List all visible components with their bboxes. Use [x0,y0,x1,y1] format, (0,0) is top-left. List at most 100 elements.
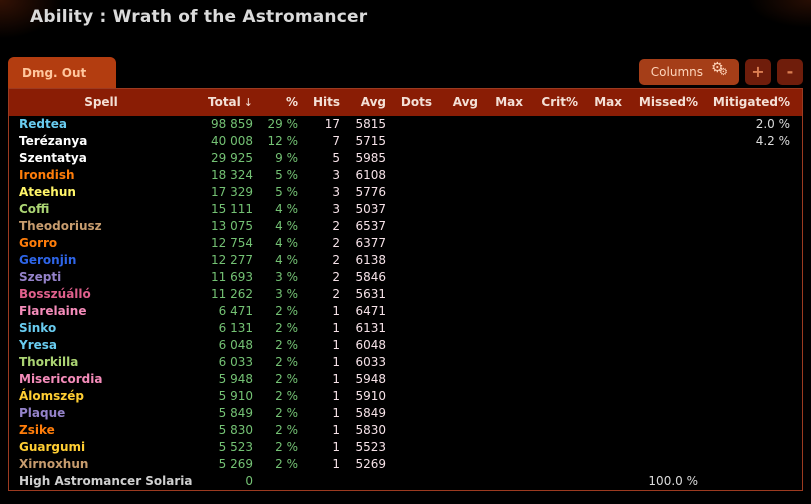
cell-dots [386,439,432,456]
cell-spell: Zsike [9,422,193,439]
player-name-link[interactable]: Xirnoxhun [19,457,88,471]
player-name-link[interactable]: Ateehun [19,185,76,199]
player-name-link[interactable]: Terézanya [19,134,87,148]
cell-max [478,235,523,252]
cell-max [478,422,523,439]
cell-hits: 1 [298,371,340,388]
cell-spell: Xirnoxhun [9,456,193,473]
cell-mitigated-pct [698,184,802,201]
player-name-link[interactable]: Gorro [19,236,57,250]
player-name-link[interactable]: Misericordia [19,372,102,386]
cell-hits: 1 [298,456,340,473]
col-header-mitigated-pct[interactable]: Mitigated% [698,89,802,116]
player-name-link[interactable]: Coffi [19,202,49,216]
col-header-spell[interactable]: Spell [9,89,193,116]
player-name-link[interactable]: Álomszép [19,389,84,403]
player-name-link[interactable]: Bosszúálló [19,287,91,301]
cell-avg: 6033 [340,354,386,371]
col-header-avg[interactable]: Avg [340,89,386,116]
cell-crit-pct [523,303,578,320]
cell-pct: 3 % [253,286,298,303]
cell-crit-max [578,405,622,422]
cell-missed-pct [622,269,698,286]
cell-hits: 3 [298,201,340,218]
player-name-link[interactable]: Irondish [19,168,75,182]
col-header-pct[interactable]: % [253,89,298,116]
tab-dmg-out-label: Dmg. Out [22,66,86,80]
cell-missed-pct [622,354,698,371]
cell-spell: Flarelaine [9,303,193,320]
col-header-total[interactable]: Total↓ [193,89,253,116]
collapse-minus-button[interactable]: - [777,59,803,85]
cell-avg: 6138 [340,252,386,269]
cell-spell: High Astromancer Solarian [9,473,193,490]
cell-max [478,439,523,456]
cell-dots [386,235,432,252]
cell-missed-pct [622,116,698,133]
cell-total: 6 033 [193,354,253,371]
table-row: Sinko 6 131 2 % 1 6131 [9,320,802,337]
cell-avg: 5830 [340,422,386,439]
cell-crit-pct [523,116,578,133]
cell-dot-avg [432,371,478,388]
cell-max [478,371,523,388]
cell-total: 5 523 [193,439,253,456]
table-row: Terézanya 40 008 12 % 7 5715 4.2 % [9,133,802,150]
player-name-link[interactable]: Plaque [19,406,65,420]
player-name-link[interactable]: Flarelaine [19,304,86,318]
player-name-link[interactable]: Theodoriusz [19,219,102,233]
col-header-missed-pct[interactable]: Missed% [622,89,698,116]
expand-plus-button[interactable]: + [745,59,771,85]
cell-hits: 1 [298,422,340,439]
player-name-link[interactable]: Redtea [19,117,67,131]
cell-pct: 2 % [253,405,298,422]
cell-avg: 5269 [340,456,386,473]
cell-crit-pct [523,439,578,456]
cell-crit-pct [523,456,578,473]
col-header-max[interactable]: Max [478,89,523,116]
cell-missed-pct [622,405,698,422]
cell-dots [386,286,432,303]
col-header-hits[interactable]: Hits [298,89,340,116]
col-header-crit-pct[interactable]: Crit% [523,89,578,116]
col-header-dot-avg[interactable]: Avg [432,89,478,116]
player-name-link[interactable]: Yresa [19,338,57,352]
player-name-link[interactable]: High Astromancer Solarian [19,474,193,488]
cell-avg: 5776 [340,184,386,201]
cell-dot-avg [432,218,478,235]
cell-max [478,184,523,201]
player-name-link[interactable]: Thorkilla [19,355,78,369]
cell-avg: 5037 [340,201,386,218]
table-row: Yresa 6 048 2 % 1 6048 [9,337,802,354]
col-header-dots[interactable]: Dots [386,89,432,116]
tab-dmg-out[interactable]: Dmg. Out [8,57,116,88]
cell-hits: 1 [298,303,340,320]
columns-button[interactable]: Columns ⚙⚙ [639,59,739,85]
cell-pct: 29 % [253,116,298,133]
cell-total: 17 329 [193,184,253,201]
cell-avg: 5523 [340,439,386,456]
col-header-crit-max[interactable]: Max [578,89,622,116]
cell-dots [386,473,432,490]
cell-missed-pct [622,337,698,354]
cell-hits: 17 [298,116,340,133]
cell-mitigated-pct [698,303,802,320]
cell-missed-pct [622,422,698,439]
cell-pct: 9 % [253,150,298,167]
cell-mitigated-pct [698,286,802,303]
player-name-link[interactable]: Geronjin [19,253,76,267]
cell-avg: 5846 [340,269,386,286]
cell-missed-pct [622,184,698,201]
player-name-link[interactable]: Zsike [19,423,55,437]
cell-total: 6 131 [193,320,253,337]
player-name-link[interactable]: Guargumi [19,440,85,454]
cell-max [478,320,523,337]
player-name-link[interactable]: Sinko [19,321,56,335]
player-name-link[interactable]: Szentatya [19,151,87,165]
cell-dot-avg [432,116,478,133]
cell-crit-max [578,218,622,235]
cell-mitigated-pct [698,337,802,354]
cell-crit-pct [523,388,578,405]
player-name-link[interactable]: Szepti [19,270,61,284]
table-row: Ateehun 17 329 5 % 3 5776 [9,184,802,201]
